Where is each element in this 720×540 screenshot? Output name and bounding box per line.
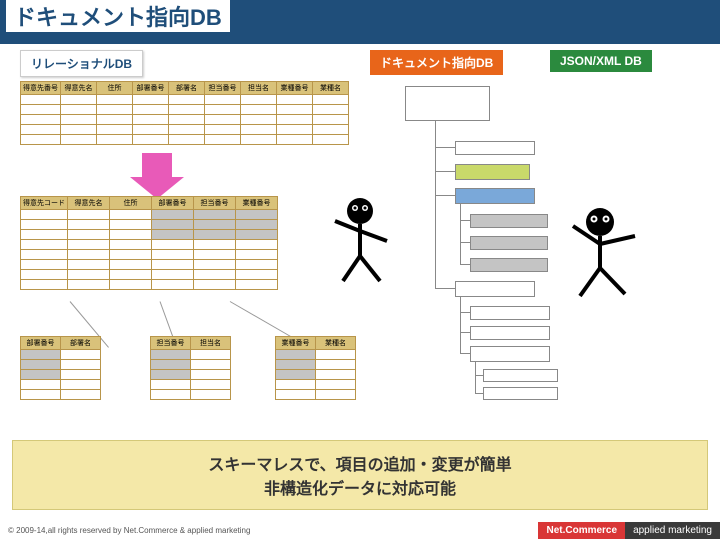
summary-line: スキーマレスで、項目の追加・変更が簡単	[23, 451, 697, 475]
col-header: 業種番号	[236, 197, 278, 210]
col-header: 業種名	[316, 337, 356, 350]
col-header: 住所	[110, 197, 152, 210]
col-header: 部署番号	[133, 82, 169, 95]
tree-node	[470, 258, 548, 272]
col-header: 得意先名	[68, 197, 110, 210]
col-header: 得意先番号	[21, 82, 61, 95]
col-header: 業種名	[313, 82, 349, 95]
tree-node	[470, 306, 550, 320]
section-labels: リレーショナルDB ドキュメント指向DB JSON/XML DB	[0, 44, 720, 76]
col-header: 担当名	[241, 82, 277, 95]
relational-table-main: 得意先コード 得意先名 住所 部署番号 担当番号 業種番号	[20, 196, 278, 290]
tree-node	[470, 326, 550, 340]
tree-node	[483, 387, 558, 400]
tree-node	[455, 281, 535, 297]
brand-applied-marketing: applied marketing	[625, 522, 720, 539]
col-header: 担当番号	[151, 337, 191, 350]
summary-callout: スキーマレスで、項目の追加・変更が簡単 非構造化データに対応可能	[12, 440, 708, 510]
tree-node-root	[405, 86, 490, 121]
tree-node	[470, 214, 548, 228]
person-icon	[325, 196, 395, 291]
label-document: ドキュメント指向DB	[370, 50, 503, 75]
relational-table-wide: 得意先番号 得意先名 住所 部署番号 部署名 担当番号 担当名 業種番号 業種名	[20, 81, 349, 145]
col-header: 担当番号	[205, 82, 241, 95]
tree-node	[470, 236, 548, 250]
person-icon	[565, 206, 645, 306]
footer: © 2009-14,all rights reserved by Net.Com…	[0, 520, 720, 540]
col-header: 部署名	[169, 82, 205, 95]
lookup-table-person: 担当番号担当名	[150, 336, 231, 400]
page-title: ドキュメント指向DB	[6, 0, 230, 32]
col-header: 住所	[97, 82, 133, 95]
label-json: JSON/XML DB	[550, 50, 652, 72]
col-header: 担当名	[191, 337, 231, 350]
summary-line: 非構造化データに対応可能	[23, 475, 697, 499]
col-header: 得意先コード	[21, 197, 68, 210]
lookup-table-dept: 部署番号部署名	[20, 336, 101, 400]
col-header: 部署番号	[21, 337, 61, 350]
col-header: 部署番号	[152, 197, 194, 210]
tree-node	[483, 369, 558, 382]
tree-node	[470, 346, 550, 362]
tree-node	[455, 141, 535, 155]
col-header: 担当番号	[194, 197, 236, 210]
lookup-table-industry: 業種番号業種名	[275, 336, 356, 400]
tree-node	[455, 188, 535, 204]
col-header: 業種番号	[277, 82, 313, 95]
col-header: 部署名	[61, 337, 101, 350]
col-header: 業種番号	[276, 337, 316, 350]
brand-netcommerce: Net.Commerce	[538, 522, 625, 539]
label-relational: リレーショナルDB	[20, 50, 143, 77]
diagram-area: 得意先番号 得意先名 住所 部署番号 部署名 担当番号 担当名 業種番号 業種名…	[0, 76, 720, 456]
col-header: 得意先名	[61, 82, 97, 95]
title-bar: ドキュメント指向DB	[0, 0, 720, 44]
tree-node	[455, 164, 530, 180]
copyright: © 2009-14,all rights reserved by Net.Com…	[0, 526, 538, 535]
